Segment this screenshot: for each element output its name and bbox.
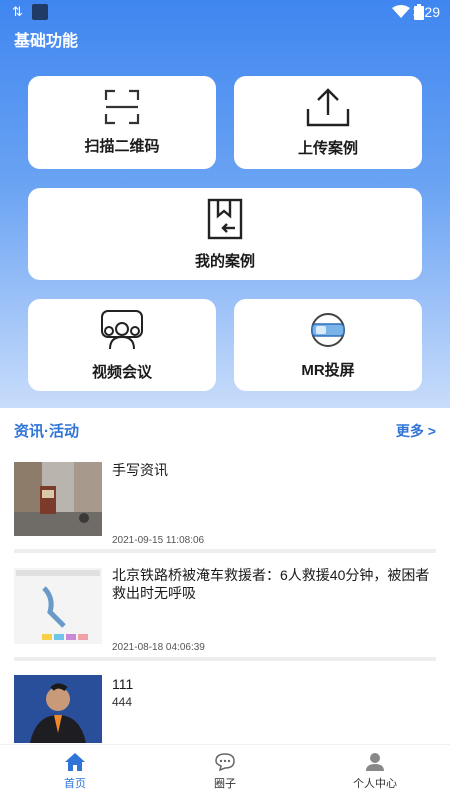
upload-case-button[interactable]: 上传案例 bbox=[234, 76, 422, 169]
upload-case-label: 上传案例 bbox=[297, 140, 358, 157]
news-thumbnail-diagram bbox=[14, 568, 102, 644]
news-item[interactable]: 手写资讯 2021-09-15 11:08:06 bbox=[14, 462, 436, 546]
divider bbox=[14, 549, 436, 553]
video-meeting-label: 视频会议 bbox=[91, 363, 152, 381]
nav-circle-label: 圈子 bbox=[214, 778, 236, 790]
wifi-icon bbox=[392, 5, 410, 18]
my-cases-label: 我的案例 bbox=[194, 252, 255, 270]
data-sync-icon: ⇅ bbox=[12, 4, 23, 19]
news-title: 北京铁路桥被淹车救援者：6人救援40分钟，被困者救出时无呼吸 bbox=[112, 567, 430, 601]
divider bbox=[14, 657, 436, 661]
scan-icon bbox=[104, 89, 140, 125]
video-meeting-button[interactable]: 视频会议 bbox=[28, 299, 216, 391]
nav-circle[interactable]: 圈子 bbox=[175, 753, 275, 791]
bookmark-document-icon bbox=[207, 198, 243, 239]
status-bar: ⇅ 3:29 bbox=[0, 0, 450, 24]
nav-profile-label: 个人中心 bbox=[353, 778, 397, 790]
news-date: 2021-09-15 11:08:06 bbox=[112, 535, 205, 546]
news-title: 111 bbox=[112, 676, 134, 692]
upload-icon bbox=[306, 88, 350, 127]
mr-cast-label: MR投屏 bbox=[301, 361, 355, 379]
nav-profile[interactable]: 个人中心 bbox=[325, 753, 425, 791]
nav-home-label: 首页 bbox=[64, 778, 86, 790]
app-notification-icon bbox=[32, 4, 48, 20]
bottom-navigation: 首页 圈子 个人中心 bbox=[0, 744, 450, 800]
news-thumbnail-tram-street bbox=[14, 462, 102, 536]
more-link[interactable]: 更多 > bbox=[396, 421, 436, 441]
news-subtitle: 444 bbox=[112, 695, 133, 709]
news-date: 2021-08-18 04:06:39 bbox=[112, 642, 205, 653]
home-icon bbox=[65, 753, 85, 771]
chat-bubble-icon bbox=[215, 753, 235, 771]
scan-qr-button[interactable]: 扫描二维码 bbox=[28, 76, 216, 169]
news-section-title: 资讯·活动 bbox=[14, 423, 79, 440]
meeting-people-icon bbox=[101, 309, 143, 349]
person-icon bbox=[366, 753, 384, 771]
mr-cast-button[interactable]: MR投屏 bbox=[234, 299, 422, 391]
scan-qr-label: 扫描二维码 bbox=[84, 138, 160, 155]
news-section-header: 资讯·活动 更多 > bbox=[0, 408, 450, 448]
news-item[interactable]: 北京铁路桥被淹车救援者：6人救援40分钟，被困者救出时无呼吸 2021-08-1… bbox=[14, 566, 436, 653]
nav-home[interactable]: 首页 bbox=[25, 753, 125, 791]
vr-headset-icon bbox=[311, 312, 345, 347]
news-thumbnail-portrait bbox=[14, 675, 102, 743]
news-item[interactable]: 111 444 bbox=[14, 675, 436, 743]
news-title: 手写资讯 bbox=[112, 462, 168, 478]
status-time: 3:29 bbox=[412, 4, 440, 20]
page-title: 基础功能 bbox=[14, 33, 79, 50]
my-cases-button[interactable]: 我的案例 bbox=[28, 188, 422, 280]
